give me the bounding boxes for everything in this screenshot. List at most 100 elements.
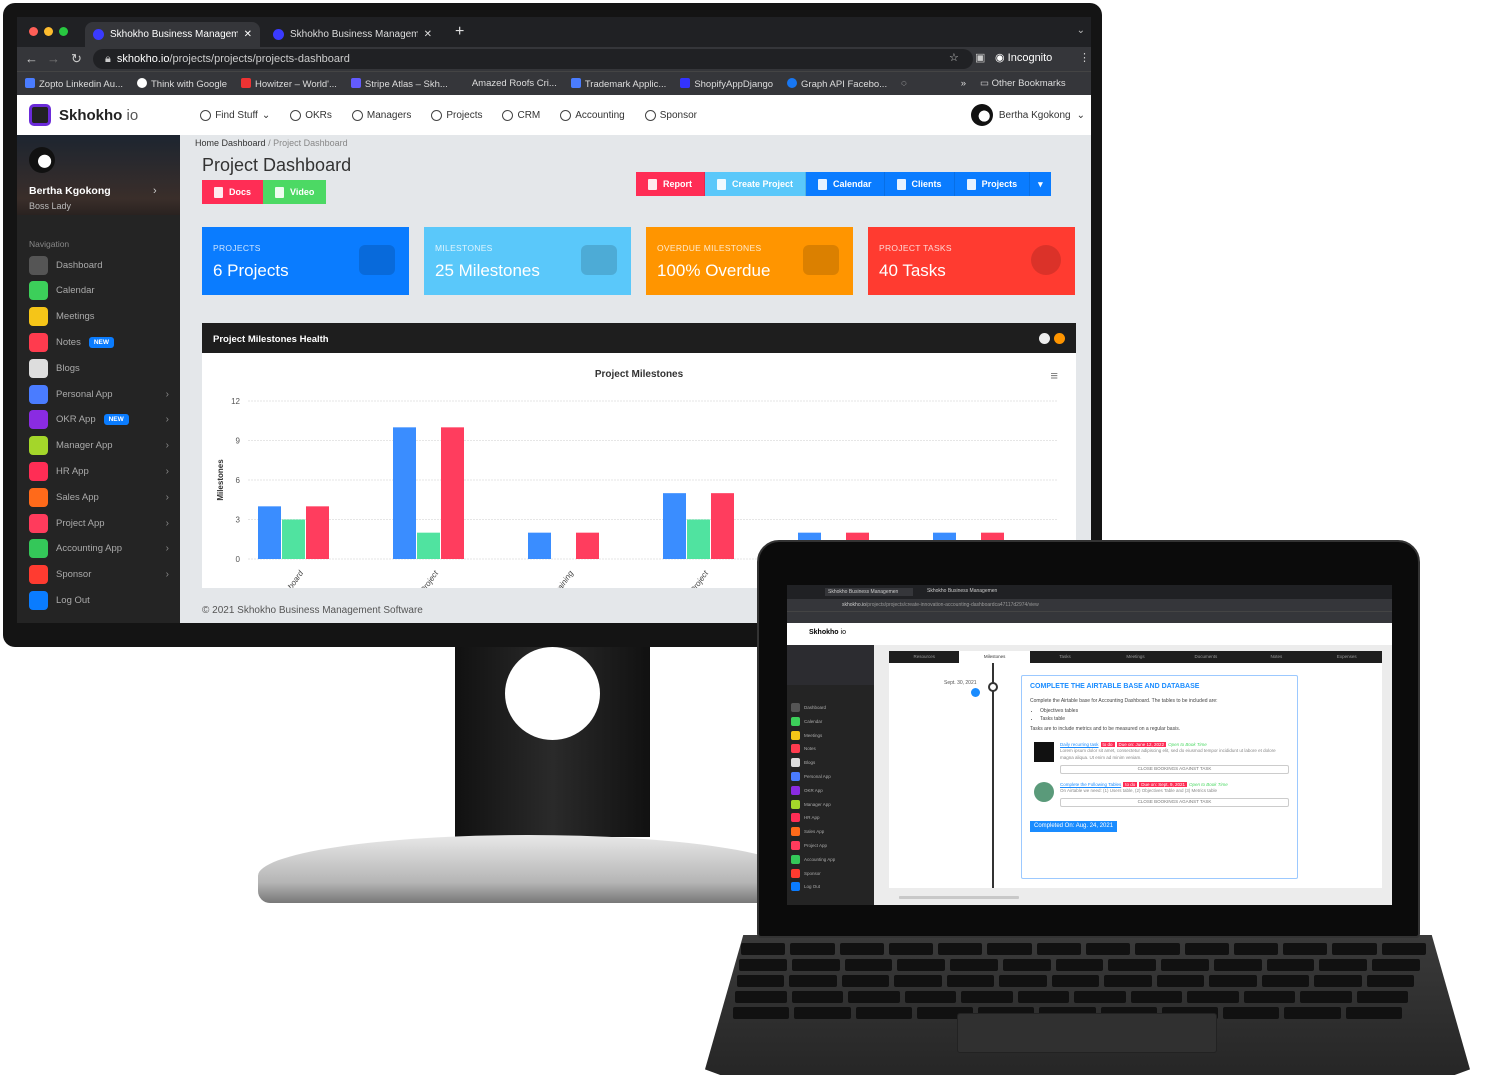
collapse-icon[interactable] — [1054, 333, 1065, 344]
laptop-sidebar-item[interactable]: Project App — [791, 841, 827, 850]
sidebar-item-sales-app[interactable]: Sales App › — [29, 487, 169, 507]
laptop-sidebar-item[interactable]: Notes — [791, 744, 816, 754]
stat-card-projects[interactable]: PROJECTS 6 Projects — [202, 227, 409, 295]
nav-managers[interactable]: Managers — [351, 109, 411, 121]
laptop-sidebar-item[interactable]: HR App — [791, 813, 820, 823]
sidebar-item-hr-app[interactable]: HR App › — [29, 461, 169, 481]
browser-tab[interactable]: Skhokho Business Managemen ✕ — [85, 22, 260, 47]
laptop-sidebar-item[interactable]: Blogs — [791, 758, 815, 768]
overflow-icon[interactable]: » — [961, 78, 966, 89]
bookmark[interactable]: Think with Google — [136, 77, 227, 90]
nav-sponsor[interactable]: Sponsor — [644, 109, 697, 121]
bookmark[interactable]: Howitzer – World'... — [241, 77, 337, 90]
bar[interactable] — [441, 427, 464, 559]
nav-find-stuff[interactable]: Find Stuff ⌄ — [200, 109, 270, 121]
sidebar-item-accounting-app[interactable]: Accounting App › — [29, 539, 169, 559]
laptop-sidebar-item[interactable]: Dashboard — [791, 703, 826, 712]
laptop-sidebar-item[interactable]: Sponsor — [791, 868, 821, 878]
reload-icon[interactable]: ↻ — [71, 51, 82, 67]
new-tab-button[interactable]: + — [455, 23, 464, 41]
laptop-url[interactable]: skhokho.io/projects/projects/create-inno… — [787, 599, 1392, 611]
browser-tab[interactable]: Skhokho Business Managemen — [825, 588, 913, 596]
tab-tasks[interactable]: Tasks — [1030, 651, 1100, 663]
bar[interactable] — [576, 532, 599, 559]
bar[interactable] — [282, 519, 305, 560]
bar[interactable] — [417, 532, 440, 559]
bookmark[interactable]: ShopifyAppDjango — [680, 77, 773, 90]
stat-card-milestones[interactable]: MILESTONES 25 Milestones — [424, 227, 631, 295]
sidepanel-icon[interactable]: ▣ — [975, 51, 985, 64]
sidebar-item-okr-app[interactable]: OKR App NEW › — [29, 410, 169, 430]
docs-button[interactable]: Docs — [202, 180, 264, 204]
tab-notes[interactable]: Notes — [1241, 651, 1311, 663]
bar[interactable] — [393, 427, 416, 559]
sidebar-item-meetings[interactable]: Meetings — [29, 307, 169, 327]
tab-resources[interactable]: Resources — [889, 651, 959, 663]
task-link[interactable]: Daily recurring task — [1060, 742, 1099, 747]
maximize-window-button[interactable] — [59, 27, 68, 36]
globe-icon[interactable]: ◌ — [901, 78, 907, 89]
back-icon[interactable]: ← — [25, 51, 38, 66]
browser-tab[interactable]: Skhokho Business Managemen ✕ — [265, 22, 440, 47]
calendar-button[interactable]: Calendar — [806, 172, 885, 196]
browser-tab[interactable]: Skhokho Business Managemen — [927, 588, 1015, 594]
bar[interactable] — [528, 532, 551, 559]
laptop-sidebar-item[interactable]: Log Out — [791, 882, 820, 892]
sidebar-item-notes[interactable]: Notes NEW — [29, 332, 169, 352]
stat-card-project-tasks[interactable]: PROJECT TASKS 40 Tasks — [868, 227, 1075, 295]
chart-menu-icon[interactable]: ≡ — [1050, 368, 1058, 383]
nav-projects[interactable]: Projects — [431, 109, 482, 121]
star-icon[interactable]: ☆ — [949, 51, 959, 64]
bookmark[interactable]: Zopto Linkedin Au... — [25, 77, 123, 90]
bar[interactable] — [258, 506, 281, 559]
more-dropdown-button[interactable]: ▾ — [1030, 172, 1051, 196]
bookmark[interactable]: Amazed Roofs Cri... — [472, 78, 557, 89]
app-logo[interactable] — [29, 104, 51, 126]
bookmark[interactable]: Stripe Atlas – Skh... — [350, 77, 448, 90]
close-bookings-button[interactable]: CLOSE BOOKINGS AGAINST TASK — [1060, 798, 1289, 807]
sidebar-profile[interactable]: Bertha Kgokong › Boss Lady — [17, 135, 180, 215]
bookmark[interactable]: Graph API Facebo... — [787, 77, 887, 90]
sidebar-item-log-out[interactable]: Log Out — [29, 590, 169, 610]
sidebar-item-personal-app[interactable]: Personal App › — [29, 384, 169, 404]
nav-crm[interactable]: CRM — [502, 109, 540, 121]
bar[interactable] — [663, 493, 686, 559]
tab-milestones[interactable]: Milestones — [959, 651, 1030, 663]
close-window-button[interactable] — [29, 27, 38, 36]
projects-button[interactable]: Projects — [954, 172, 1031, 196]
expand-icon[interactable] — [1039, 333, 1050, 344]
bar[interactable] — [687, 519, 710, 560]
bar[interactable] — [306, 506, 329, 559]
sidebar-item-blogs[interactable]: Blogs — [29, 358, 169, 378]
nav-accounting[interactable]: Accounting — [560, 109, 625, 121]
url-input[interactable]: 🔒︎ skhokho.io/projects/projects/projects-… — [93, 49, 973, 69]
tab-search-icon[interactable]: ⌄ — [1077, 25, 1085, 36]
task-link[interactable]: Complete the Following Tables — [1060, 782, 1121, 787]
tab-meetings[interactable]: Meetings — [1100, 651, 1170, 663]
tab-expenses[interactable]: Expenses — [1312, 651, 1382, 663]
sidebar-item-dashboard[interactable]: Dashboard — [29, 255, 169, 275]
laptop-sidebar-item[interactable]: Manager App — [791, 799, 831, 809]
sidebar-item-calendar[interactable]: Calendar — [29, 281, 169, 301]
bookmark[interactable]: Trademark Applic... — [570, 77, 666, 90]
sidebar-item-project-app[interactable]: Project App › — [29, 513, 169, 533]
sidebar-item-sponsor[interactable]: Sponsor › — [29, 565, 169, 585]
video-button[interactable]: Video — [263, 180, 327, 204]
forward-icon[interactable]: → — [47, 51, 60, 66]
report-button[interactable]: Report — [636, 172, 705, 196]
user-menu[interactable]: Bertha Kgokong ⌄ — [970, 104, 1085, 126]
minimize-window-button[interactable] — [44, 27, 53, 36]
tab-documents[interactable]: Documents — [1171, 651, 1241, 663]
incognito-profile[interactable]: ◉ Incognito — [995, 51, 1052, 64]
other-bookmarks[interactable]: ▭ Other Bookmarks — [980, 78, 1066, 89]
close-tab-icon[interactable]: ✕ — [244, 29, 252, 40]
laptop-sidebar-item[interactable]: Accounting App — [791, 854, 835, 864]
nav-okrs[interactable]: OKRs — [290, 109, 332, 121]
close-tab-icon[interactable]: ✕ — [424, 29, 432, 40]
laptop-sidebar-item[interactable]: Meetings — [791, 730, 822, 740]
close-bookings-button[interactable]: CLOSE BOOKINGS AGAINST TASK — [1060, 764, 1289, 774]
laptop-sidebar-item[interactable]: Sales App — [791, 827, 824, 837]
clients-button[interactable]: Clients — [884, 172, 955, 196]
bar[interactable] — [711, 493, 734, 559]
sidebar-item-manager-app[interactable]: Manager App › — [29, 436, 169, 456]
